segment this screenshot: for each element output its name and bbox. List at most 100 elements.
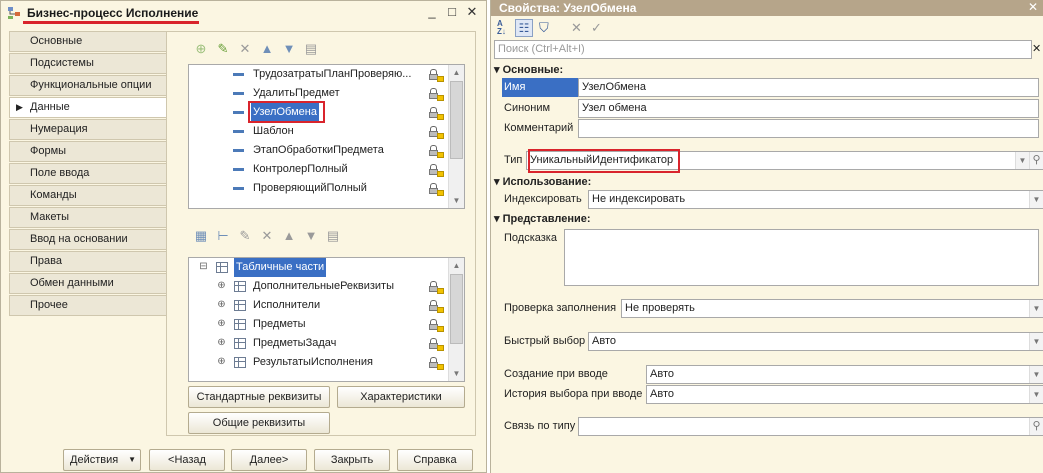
- delete-icon[interactable]: ✕: [237, 41, 253, 57]
- scroll-thumb[interactable]: [450, 81, 463, 159]
- nav-item-input-based-on[interactable]: Ввод на основании: [9, 229, 167, 250]
- maximize-icon[interactable]: □: [445, 5, 459, 19]
- tree-item[interactable]: ⊕ Исполнители: [189, 296, 447, 315]
- list-item[interactable]: ПроверяющийПолный: [189, 179, 447, 198]
- attributes-list[interactable]: ТрудозатратыПланПроверяю... УдалитьПредм…: [188, 64, 465, 209]
- section-usage[interactable]: ▾ Использование:: [494, 175, 591, 189]
- nav-item-forms[interactable]: Формы: [9, 141, 167, 162]
- next-button[interactable]: Далее>: [231, 449, 307, 471]
- minimize-icon[interactable]: _: [425, 5, 439, 19]
- create-on-input-select[interactable]: Авто ▼: [646, 365, 1043, 384]
- expand-icon[interactable]: ⊕: [217, 357, 226, 367]
- actions-button[interactable]: Действия ▼: [63, 449, 141, 471]
- list-item-label: Шаблон: [253, 125, 294, 137]
- tree-item[interactable]: ⊕ ПредметыЗадач: [189, 334, 447, 353]
- standard-attributes-button[interactable]: Стандартные реквизиты: [188, 386, 330, 408]
- tabular-scrollbar[interactable]: ▲ ▼: [448, 258, 464, 381]
- lock-icon: [429, 125, 445, 139]
- tree-root[interactable]: ⊟ Табличные части: [189, 258, 447, 277]
- move-up-icon[interactable]: ▲: [259, 41, 275, 57]
- dropdown-arrow-icon[interactable]: ▼: [1029, 333, 1043, 350]
- move-down-icon[interactable]: ▼: [281, 41, 297, 57]
- tooltip-textarea[interactable]: [564, 229, 1039, 286]
- expand-icon[interactable]: ⊕: [217, 338, 226, 348]
- close-icon[interactable]: ✕: [465, 5, 479, 19]
- dropdown-arrow-icon[interactable]: ▼: [1015, 152, 1029, 169]
- dropdown-arrow-icon[interactable]: ▼: [1029, 191, 1043, 208]
- search-icon[interactable]: ⚲: [1029, 152, 1043, 169]
- nav-item-data-exchange[interactable]: Обмен данными: [9, 273, 167, 294]
- dropdown-arrow-icon[interactable]: ▼: [1029, 300, 1043, 317]
- indexing-select[interactable]: Не индексировать ▼: [588, 190, 1043, 209]
- choice-history-select[interactable]: Авто ▼: [646, 385, 1043, 404]
- section-presentation[interactable]: ▾ Представление:: [494, 212, 591, 226]
- back-button[interactable]: <Назад: [149, 449, 225, 471]
- add-attribute-icon[interactable]: ⊢: [215, 228, 231, 244]
- attributes-scrollbar[interactable]: ▲ ▼: [448, 65, 464, 208]
- clear-search-icon[interactable]: ✕: [1032, 42, 1041, 55]
- move-down-icon[interactable]: ▼: [303, 228, 319, 244]
- type-label: Тип: [504, 154, 523, 166]
- add-tabular-part-icon[interactable]: ▦: [193, 228, 209, 244]
- characteristics-button[interactable]: Характеристики: [337, 386, 465, 408]
- dropdown-arrow-icon[interactable]: ▼: [1029, 366, 1043, 383]
- add-icon[interactable]: ⊕: [193, 41, 209, 57]
- edit-icon[interactable]: ✎: [215, 41, 231, 57]
- scroll-up-icon[interactable]: ▲: [449, 65, 464, 80]
- filter-icon[interactable]: ⛉: [539, 20, 549, 36]
- tree-item[interactable]: ⊕ ДополнительныеРеквизиты: [189, 277, 447, 296]
- scroll-thumb[interactable]: [450, 274, 463, 344]
- close-icon[interactable]: ✕: [1028, 0, 1038, 14]
- list-item[interactable]: КонтролерПолный: [189, 160, 447, 179]
- section-main[interactable]: ▾ Основные:: [494, 63, 563, 77]
- nav-item-data[interactable]: ▶ Данные: [9, 97, 175, 118]
- list-item[interactable]: Шаблон: [189, 122, 447, 141]
- nav-item-main[interactable]: Основные: [9, 31, 167, 52]
- scroll-down-icon[interactable]: ▼: [449, 193, 464, 208]
- expand-icon[interactable]: ⊕: [217, 281, 226, 291]
- delete-icon[interactable]: ✕: [571, 20, 582, 36]
- common-attributes-button[interactable]: Общие реквизиты: [188, 412, 330, 434]
- nav-item-other[interactable]: Прочее: [9, 295, 167, 316]
- nav-item-subsystems[interactable]: Подсистемы: [9, 53, 167, 74]
- expand-icon[interactable]: ⊕: [217, 319, 226, 329]
- delete-icon[interactable]: ✕: [259, 228, 275, 244]
- link-by-type-field[interactable]: ⚲: [578, 417, 1043, 436]
- collapse-icon[interactable]: ⊟: [199, 262, 208, 272]
- move-up-icon[interactable]: ▲: [281, 228, 297, 244]
- business-process-icon: [6, 5, 22, 21]
- sort-icon[interactable]: ▤: [303, 41, 319, 57]
- sort-alpha-icon[interactable]: A Z↓: [497, 20, 506, 36]
- fill-check-select[interactable]: Не проверять ▼: [621, 299, 1043, 318]
- dropdown-arrow-icon[interactable]: ▼: [1029, 386, 1043, 403]
- name-field[interactable]: УзелОбмена: [578, 78, 1039, 97]
- sort-icon[interactable]: ▤: [325, 228, 341, 244]
- close-button[interactable]: Закрыть: [314, 449, 390, 471]
- synonym-field[interactable]: Узел обмена: [578, 99, 1039, 118]
- nav-item-input-field[interactable]: Поле ввода: [9, 163, 167, 184]
- nav-item-functional-options[interactable]: Функциональные опции: [9, 75, 167, 96]
- edit-icon[interactable]: ✎: [237, 228, 253, 244]
- nav-item-rights[interactable]: Права: [9, 251, 167, 272]
- tree-item[interactable]: ⊕ РезультатыИсполнения: [189, 353, 447, 372]
- help-button[interactable]: Справка: [397, 449, 473, 471]
- nav-item-commands[interactable]: Команды: [9, 185, 167, 206]
- scroll-up-icon[interactable]: ▲: [449, 258, 464, 273]
- tabular-parts-tree[interactable]: ⊟ Табличные части ⊕ ДополнительныеРеквиз…: [188, 257, 465, 382]
- quick-choice-select[interactable]: Авто ▼: [588, 332, 1043, 351]
- search-icon[interactable]: ⚲: [1029, 418, 1043, 435]
- comment-field[interactable]: [578, 119, 1039, 138]
- nav-item-numbering[interactable]: Нумерация: [9, 119, 167, 140]
- search-input[interactable]: Поиск (Ctrl+Alt+I): [494, 40, 1032, 59]
- check-icon[interactable]: ✓: [591, 20, 602, 36]
- list-item[interactable]: ТрудозатратыПланПроверяю...: [189, 65, 447, 84]
- categories-icon[interactable]: ☷: [515, 19, 533, 37]
- nav-item-templates[interactable]: Макеты: [9, 207, 167, 228]
- dropdown-arrow-icon: ▼: [128, 455, 136, 464]
- expand-icon[interactable]: ⊕: [217, 300, 226, 310]
- create-on-input-value: Авто: [650, 368, 674, 380]
- list-item[interactable]: ЭтапОбработкиПредмета: [189, 141, 447, 160]
- lock-icon: [429, 68, 445, 82]
- scroll-down-icon[interactable]: ▼: [449, 366, 464, 381]
- tree-item[interactable]: ⊕ Предметы: [189, 315, 447, 334]
